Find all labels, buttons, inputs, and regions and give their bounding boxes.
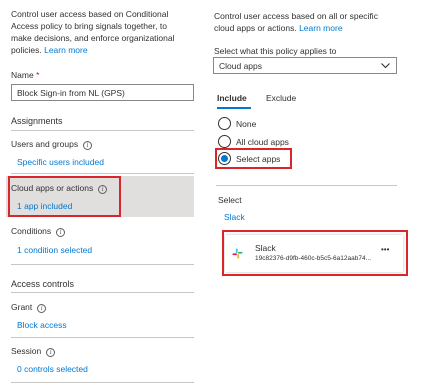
radio-none-label: None (236, 119, 257, 129)
conditions-link[interactable]: 1 condition selected (17, 245, 92, 255)
info-icon[interactable]: i (46, 348, 56, 357)
right-learn-more-link[interactable]: Learn more (299, 23, 342, 33)
select-apps-highlight (215, 148, 292, 169)
cloud-apps-highlight (8, 176, 121, 217)
session-link[interactable]: 0 controls selected (17, 364, 88, 374)
applies-to-value: Cloud apps (219, 61, 263, 71)
applies-to-label: Select what this policy applies to (214, 46, 337, 56)
radio-none[interactable] (218, 117, 231, 130)
left-intro: Control user access based on Conditional… (11, 8, 196, 56)
applies-to-dropdown[interactable]: Cloud apps (213, 57, 397, 74)
divider (11, 382, 194, 383)
left-learn-more-link[interactable]: Learn more (44, 45, 87, 55)
grant-link[interactable]: Block access (17, 320, 67, 330)
right-intro: Control user access based on all or spec… (214, 10, 414, 34)
divider (11, 337, 194, 338)
tab-exclude[interactable]: Exclude (266, 93, 296, 103)
tab-include[interactable]: Include (217, 93, 247, 103)
assignments-heading: Assignments (11, 116, 63, 126)
info-icon[interactable]: i (37, 304, 47, 313)
divider (11, 130, 194, 131)
selected-app-highlight (222, 230, 408, 276)
info-icon[interactable]: i (83, 141, 93, 150)
divider (11, 173, 194, 174)
tab-include-underline (217, 107, 251, 109)
left-intro-line: policies. (11, 45, 42, 55)
left-intro-line: make decisions, and enforce organization… (11, 33, 175, 43)
divider (11, 264, 194, 265)
users-groups-label: Users and groups i (11, 139, 93, 150)
session-label: Session i (11, 346, 56, 357)
divider (11, 292, 194, 293)
policy-name-input[interactable]: Block Sign-in from NL (GPS) (11, 84, 194, 101)
conditions-label: Conditions i (11, 226, 66, 237)
chevron-down-icon (381, 63, 390, 69)
right-intro-line: cloud apps or actions. (214, 23, 297, 33)
policy-name-value: Block Sign-in from NL (GPS) (17, 88, 125, 98)
left-intro-line: Control user access based on Conditional (11, 9, 169, 19)
users-groups-link[interactable]: Specific users included (17, 157, 104, 167)
left-intro-line: Access policy to bring signals together,… (11, 21, 167, 31)
access-controls-heading: Access controls (11, 279, 75, 289)
grant-label: Grant i (11, 302, 47, 313)
right-intro-line: Control user access based on all or spec… (214, 11, 378, 21)
radio-all-cloud-apps[interactable] (218, 135, 231, 148)
divider (216, 185, 397, 186)
name-label: Name * (11, 70, 40, 80)
required-mark: * (36, 70, 40, 80)
select-heading: Select (218, 195, 242, 205)
select-slack-link[interactable]: Slack (224, 212, 245, 222)
info-icon[interactable]: i (56, 228, 66, 237)
radio-all-cloud-apps-label: All cloud apps (236, 137, 289, 147)
